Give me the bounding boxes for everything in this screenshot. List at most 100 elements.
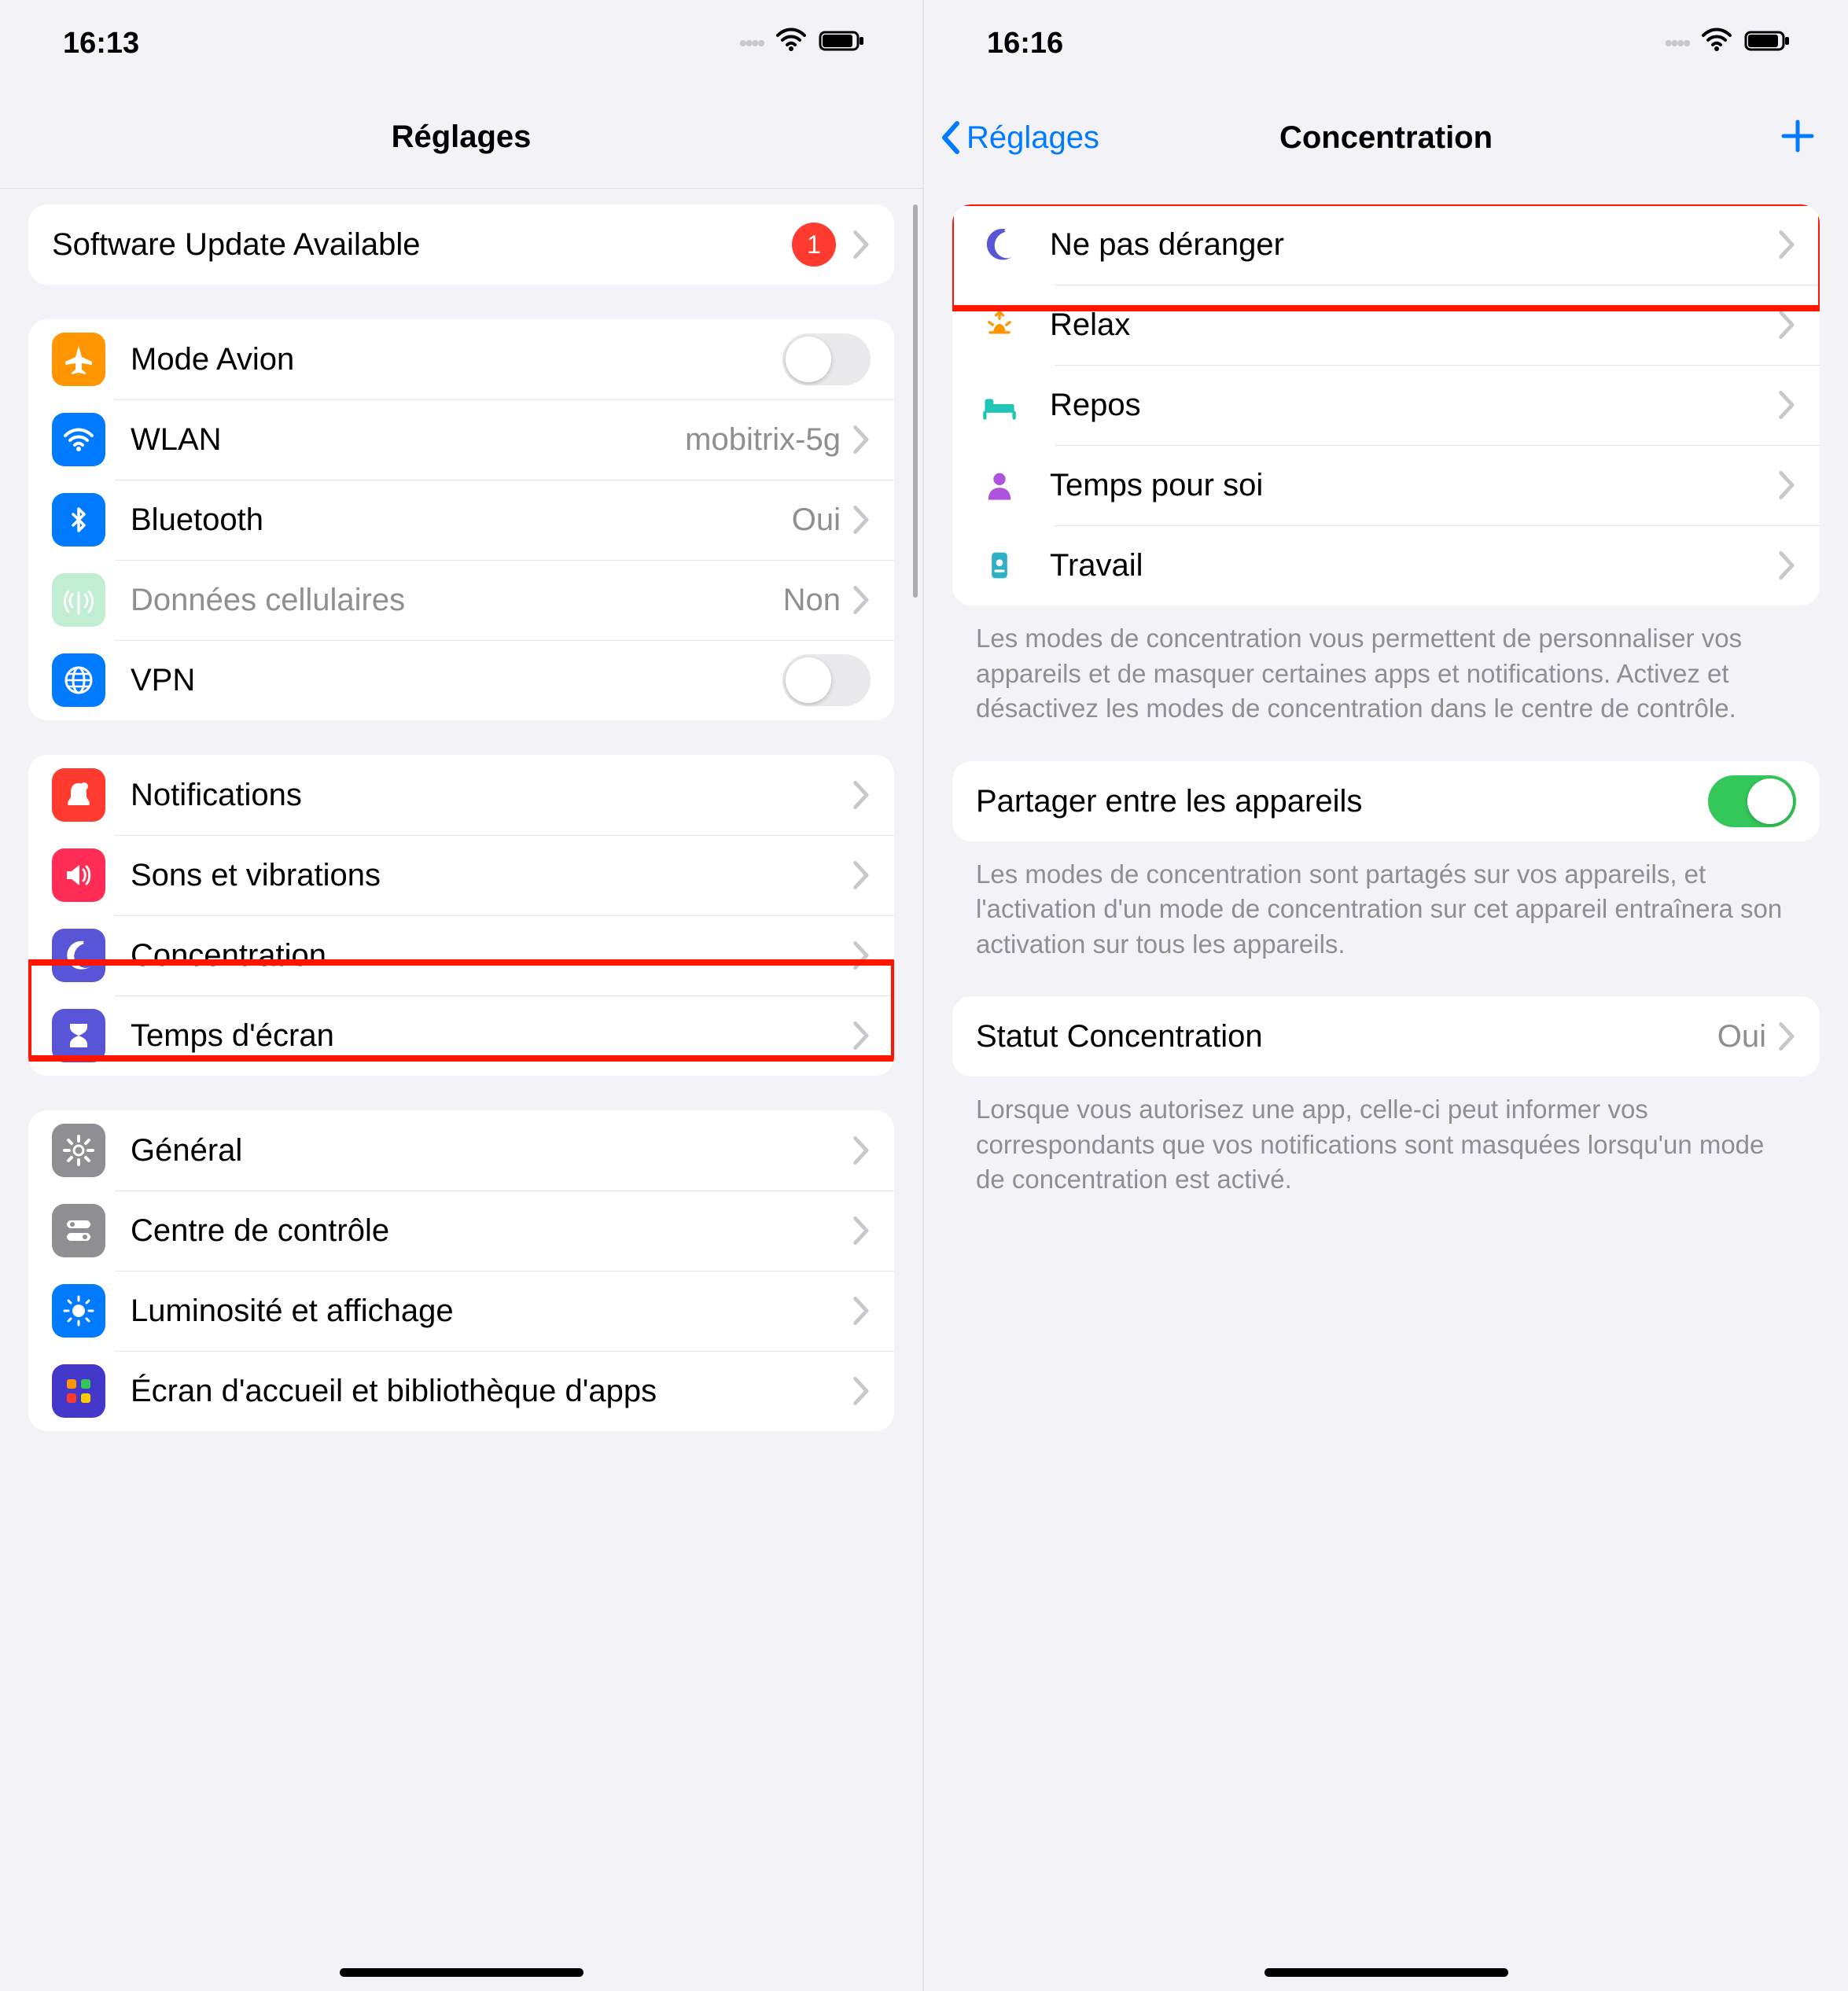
back-label: Réglages xyxy=(966,120,1099,156)
home-indicator[interactable] xyxy=(340,1968,583,1977)
sounds-row[interactable]: Sons et vibrations xyxy=(28,835,894,915)
cellular-value: Non xyxy=(783,583,841,618)
wlan-value: mobitrix-5g xyxy=(685,422,841,458)
battery-status-icon xyxy=(819,27,867,61)
moon-icon xyxy=(52,929,105,982)
row-label: Luminosité et affichage xyxy=(131,1293,853,1329)
chevron-icon xyxy=(853,586,871,614)
bluetooth-value: Oui xyxy=(792,502,841,538)
hourglass-icon xyxy=(52,1009,105,1062)
back-button[interactable]: Réglages xyxy=(940,120,1099,156)
airplane-toggle[interactable] xyxy=(782,333,871,385)
row-label: Concentration xyxy=(131,937,853,973)
back-chevron-icon xyxy=(940,120,963,155)
status-description: Lorsque vous autorisez une app, celle-ci… xyxy=(952,1076,1820,1198)
notifications-row[interactable]: Notifications xyxy=(28,755,894,835)
chevron-icon xyxy=(853,1377,871,1405)
concentration-row[interactable]: Concentration xyxy=(28,915,894,996)
share-row[interactable]: Partager entre les appareils xyxy=(952,761,1820,841)
cellular-row[interactable]: Données cellulaires Non xyxy=(28,560,894,640)
software-update-group: Software Update Available 1 xyxy=(28,204,894,285)
globe-icon xyxy=(52,653,105,707)
airplane-mode-row[interactable]: Mode Avion xyxy=(28,319,894,399)
work-row[interactable]: Travail xyxy=(952,525,1820,605)
chevron-icon xyxy=(853,1136,871,1165)
wifi-status-icon xyxy=(1700,23,1733,64)
wlan-row[interactable]: WLAN mobitrix-5g xyxy=(28,399,894,480)
row-label: Centre de contrôle xyxy=(131,1213,853,1249)
status-group: Statut Concentration Oui xyxy=(952,996,1820,1076)
dnd-row[interactable]: Ne pas déranger xyxy=(952,204,1820,285)
share-description: Les modes de concentration sont partagés… xyxy=(952,841,1820,962)
add-focus-button[interactable] xyxy=(1779,117,1817,159)
chevron-icon xyxy=(853,781,871,809)
screen-time-row[interactable]: Temps d'écran xyxy=(28,996,894,1076)
sleep-row[interactable]: Repos xyxy=(952,365,1820,445)
control-center-row[interactable]: Centre de contrôle xyxy=(28,1191,894,1271)
vpn-row[interactable]: VPN xyxy=(28,640,894,720)
chevron-icon xyxy=(1779,230,1796,259)
focus-content[interactable]: Ne pas déranger Relax Repos Temps pour s… xyxy=(924,204,1848,1198)
share-group: Partager entre les appareils xyxy=(952,761,1820,841)
status-icons: •••• xyxy=(739,23,867,64)
vpn-toggle[interactable] xyxy=(782,654,871,706)
cell-dots-icon: •••• xyxy=(739,31,764,56)
settings-content[interactable]: Software Update Available 1 Mode Avion W… xyxy=(0,204,922,1431)
status-time: 16:13 xyxy=(63,27,139,61)
page-title: Réglages xyxy=(392,120,532,155)
row-label: Mode Avion xyxy=(131,341,782,377)
cell-dots-icon: •••• xyxy=(1665,31,1689,56)
grid-icon xyxy=(52,1364,105,1418)
focus-modes-group: Ne pas déranger Relax Repos Temps pour s… xyxy=(952,204,1820,605)
badge-icon xyxy=(976,547,1023,583)
chevron-icon xyxy=(853,1216,871,1245)
chevron-icon xyxy=(1779,1022,1796,1051)
status-icons: •••• xyxy=(1665,23,1793,64)
general-group: Général Centre de contrôle Luminosité et… xyxy=(28,1110,894,1431)
focus-status-row[interactable]: Statut Concentration Oui xyxy=(952,996,1820,1076)
share-toggle[interactable] xyxy=(1708,775,1796,827)
chevron-icon xyxy=(853,425,871,454)
chevron-icon xyxy=(1779,551,1796,580)
chevron-icon xyxy=(853,861,871,889)
brightness-row[interactable]: Luminosité et affichage xyxy=(28,1271,894,1351)
status-value: Oui xyxy=(1717,1019,1766,1054)
row-label: VPN xyxy=(131,662,782,698)
airplane-icon xyxy=(52,333,105,386)
relax-row[interactable]: Relax xyxy=(952,285,1820,365)
wifi-icon xyxy=(52,413,105,466)
chevron-icon xyxy=(853,230,871,259)
nav-header: Réglages Concentration xyxy=(924,86,1848,189)
plus-icon xyxy=(1779,117,1817,155)
software-update-row[interactable]: Software Update Available 1 xyxy=(28,204,894,285)
general-row[interactable]: Général xyxy=(28,1110,894,1191)
brightness-icon xyxy=(52,1284,105,1338)
personal-row[interactable]: Temps pour soi xyxy=(952,445,1820,525)
status-bar: 16:16 •••• xyxy=(924,0,1848,86)
battery-status-icon xyxy=(1744,27,1793,61)
home-indicator[interactable] xyxy=(1265,1968,1508,1977)
bluetooth-row[interactable]: Bluetooth Oui xyxy=(28,480,894,560)
row-label: Temps pour soi xyxy=(1050,467,1779,503)
chevron-icon xyxy=(1779,311,1796,339)
notifications-group: Notifications Sons et vibrations Concent… xyxy=(28,755,894,1076)
moon-icon xyxy=(976,226,1023,263)
share-label: Partager entre les appareils xyxy=(976,783,1708,819)
person-icon xyxy=(976,467,1023,503)
row-label: Données cellulaires xyxy=(131,582,783,618)
settings-screen: 16:13 •••• Réglages Software Update Avai… xyxy=(0,0,924,1991)
row-label: Notifications xyxy=(131,777,853,813)
chevron-icon xyxy=(1779,391,1796,419)
focus-screen: 16:16 •••• Réglages Concentration Ne pas… xyxy=(924,0,1848,1991)
row-label: Repos xyxy=(1050,387,1779,423)
row-label: Travail xyxy=(1050,547,1779,583)
home-screen-row[interactable]: Écran d'accueil et bibliothèque d'apps xyxy=(28,1351,894,1431)
status-label: Statut Concentration xyxy=(976,1018,1717,1054)
scrollbar[interactable] xyxy=(913,204,918,598)
chevron-icon xyxy=(853,506,871,534)
connectivity-group: Mode Avion WLAN mobitrix-5g Bluetooth Ou… xyxy=(28,319,894,720)
row-label: Général xyxy=(131,1132,853,1168)
chevron-icon xyxy=(853,1021,871,1050)
software-update-label: Software Update Available xyxy=(52,226,792,263)
chevron-icon xyxy=(1779,471,1796,499)
